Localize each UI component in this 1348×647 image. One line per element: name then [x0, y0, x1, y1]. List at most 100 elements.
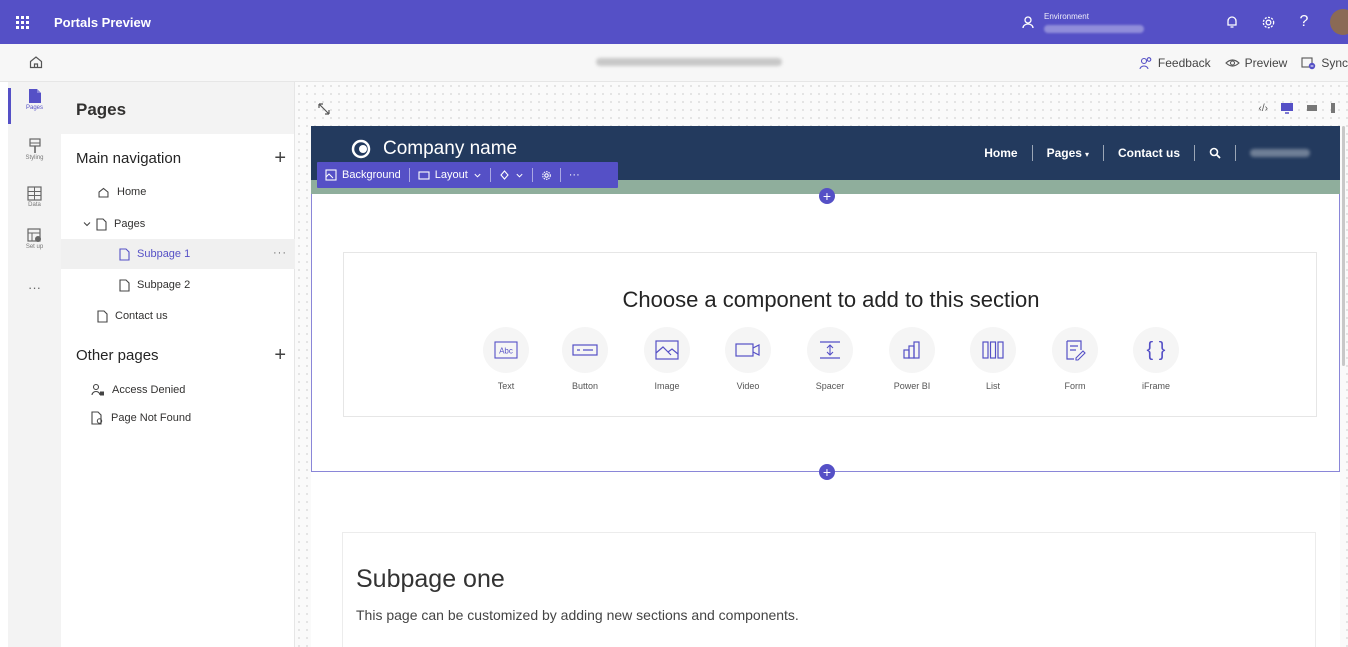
component-label: Spacer	[815, 381, 845, 391]
design-canvas: ‹/› Company name Home Pages▾ Contact us	[295, 82, 1348, 647]
nav-item-page-not-found[interactable]: Page Not Found	[61, 403, 295, 433]
preview-button[interactable]: Preview	[1224, 56, 1288, 70]
section-more-button[interactable]: ···	[561, 162, 588, 188]
waffle-icon	[15, 15, 29, 29]
nav-item-subpage-2[interactable]: Subpage 2	[61, 270, 295, 300]
nav-item-label: Access Denied	[112, 384, 186, 396]
background-label: Background	[342, 169, 401, 181]
tablet-view-icon[interactable]	[1306, 103, 1318, 113]
sync-button[interactable]: Sync	[1301, 56, 1348, 70]
code-editor-icon[interactable]: ‹/›	[1259, 103, 1268, 114]
video-icon	[735, 343, 760, 357]
site-name-blurred	[596, 58, 782, 66]
component-chooser: Choose a component to add to this sectio…	[343, 252, 1317, 417]
feedback-button[interactable]: Feedback	[1139, 56, 1211, 70]
nav-item-label: Pages	[114, 218, 146, 230]
paint-icon	[28, 138, 41, 153]
nav-item-label: Home	[117, 186, 147, 198]
component-list[interactable]: List	[968, 327, 1018, 391]
component-spacer[interactable]: Spacer	[805, 327, 855, 391]
component-label: iFrame	[1141, 381, 1170, 391]
component-video[interactable]: Video	[723, 327, 773, 391]
mobile-view-icon[interactable]	[1330, 102, 1336, 114]
page-search-icon	[91, 411, 103, 425]
rail-item-styling[interactable]: Styling	[8, 138, 61, 161]
panel-title: Pages	[61, 82, 294, 134]
component-power-bi[interactable]: Power BI	[887, 327, 937, 391]
svg-text:Abc: Abc	[499, 347, 513, 356]
component-label: Image	[654, 381, 680, 391]
selected-section[interactable]: Choose a component to add to this sectio…	[311, 194, 1340, 472]
add-section-below-button[interactable]: +	[819, 464, 835, 480]
signed-in-user-blurred[interactable]	[1250, 149, 1310, 157]
layout-icon	[418, 170, 430, 180]
settings-gear-icon	[541, 170, 551, 180]
environment-label: Environment	[1044, 11, 1089, 21]
home-icon[interactable]	[28, 54, 46, 72]
button-icon	[572, 344, 598, 356]
component-label: Power BI	[893, 381, 931, 391]
row-more-options-button[interactable]: ···	[273, 247, 287, 259]
left-rail: Pages Styling Data Set up ···	[8, 82, 61, 647]
nav-item-label: Subpage 2	[137, 279, 191, 291]
nav-item-label: Contact us	[115, 310, 168, 322]
feedback-icon	[1139, 57, 1152, 70]
section-settings-button[interactable]	[533, 162, 560, 188]
nav-item-label: Page Not Found	[111, 412, 192, 424]
nav-item-subpage-1[interactable]: Subpage 1 ···	[61, 239, 295, 269]
site-nav-contact[interactable]: Contact us	[1118, 146, 1180, 160]
subpage-heading: Subpage one	[356, 565, 505, 593]
search-icon[interactable]	[1209, 147, 1221, 159]
subpage-content-section[interactable]: Subpage one This page can be customized …	[342, 532, 1316, 647]
desktop-view-icon[interactable]	[1280, 102, 1294, 114]
component-text[interactable]: Abc Text	[481, 327, 531, 391]
page-icon	[119, 278, 130, 292]
image-icon	[655, 340, 679, 360]
main-navigation-header: Main navigation +	[76, 148, 286, 168]
rail-item-setup[interactable]: Set up	[8, 228, 61, 250]
preview-label: Preview	[1244, 56, 1288, 70]
environment-icon[interactable]	[1020, 14, 1036, 30]
eye-icon	[1224, 59, 1240, 67]
nav-item-home[interactable]: Home	[61, 177, 295, 207]
notifications-bell-icon[interactable]	[1214, 0, 1250, 44]
app-launcher-button[interactable]	[0, 0, 44, 44]
component-image[interactable]: Image	[642, 327, 692, 391]
background-button[interactable]: Background	[317, 162, 409, 188]
style-dropdown[interactable]	[491, 162, 532, 188]
chevron-down-icon	[474, 173, 481, 178]
component-iframe[interactable]: { } iFrame	[1131, 327, 1181, 391]
nav-item-contact-us[interactable]: Contact us	[61, 301, 295, 331]
device-preview-bar: ‹/›	[1259, 102, 1336, 114]
add-other-page-button[interactable]: +	[274, 345, 286, 365]
page-icon	[119, 247, 130, 261]
site-nav-home[interactable]: Home	[984, 146, 1017, 160]
page-icon	[97, 309, 108, 323]
add-main-nav-page-button[interactable]: +	[274, 148, 286, 168]
expand-diagonal-icon[interactable]	[317, 102, 331, 121]
component-label: Form	[1064, 381, 1086, 391]
environment-picker[interactable]: Environment	[1044, 12, 1144, 33]
rail-item-pages[interactable]: Pages	[8, 88, 61, 124]
site-logo[interactable]: Company name	[351, 138, 517, 160]
paint-bucket-icon	[500, 169, 509, 180]
other-pages-header: Other pages +	[76, 345, 286, 365]
table-icon	[27, 186, 42, 201]
rail-more-button[interactable]: ···	[8, 280, 61, 295]
component-button[interactable]: Button	[560, 327, 610, 391]
chooser-title: Choose a component to add to this sectio…	[622, 287, 1040, 312]
nav-item-pages[interactable]: Pages	[61, 209, 295, 239]
layout-dropdown[interactable]: Layout	[410, 162, 490, 188]
main-navigation-label: Main navigation	[76, 149, 182, 167]
site-nav-pages[interactable]: Pages ▾	[1047, 146, 1089, 160]
chevron-down-icon	[83, 222, 91, 227]
user-avatar[interactable]	[1330, 9, 1348, 35]
help-question-icon[interactable]: ?	[1286, 0, 1322, 44]
component-form[interactable]: Form	[1050, 327, 1100, 391]
component-label: Video	[736, 381, 760, 391]
nav-item-access-denied[interactable]: Access Denied	[61, 375, 295, 405]
settings-gear-icon[interactable]	[1250, 0, 1286, 44]
home-icon	[98, 187, 109, 197]
rail-item-data[interactable]: Data	[8, 186, 61, 208]
canvas-scrollbar[interactable]	[1340, 126, 1348, 456]
